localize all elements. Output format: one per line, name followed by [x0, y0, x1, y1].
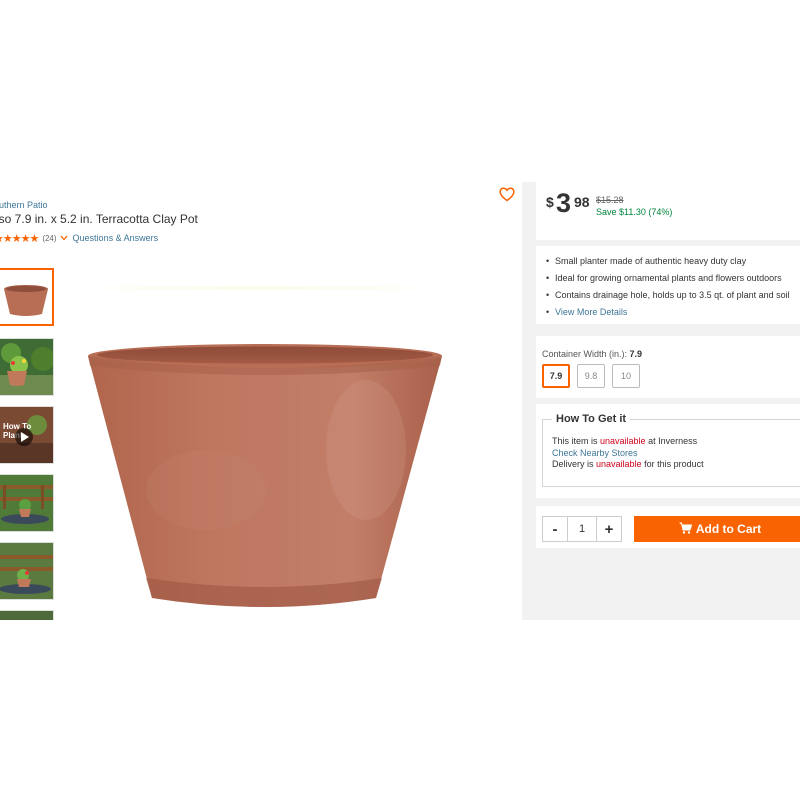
price-card: $ 3 98 $15.28 Save $11.30 (74%) — [536, 182, 800, 240]
quantity-decrease-button[interactable]: - — [542, 516, 568, 542]
thumbnail-patio-2[interactable] — [0, 542, 54, 600]
cart-card: - + Add to Cart — [536, 506, 800, 548]
product-title: aso 7.9 in. x 5.2 in. Terracotta Clay Po… — [0, 212, 198, 226]
store-availability: This item is unavailable at Inverness — [552, 436, 697, 446]
size-option-7-9[interactable]: 7.9 — [542, 364, 570, 388]
highlight-item: Ideal for growing ornamental plants and … — [546, 273, 790, 290]
thumbnail-pot[interactable] — [0, 268, 54, 326]
thumbnail-video[interactable]: How To Plant — [0, 406, 54, 464]
check-nearby-stores-link[interactable]: Check Nearby Stores — [552, 448, 638, 458]
container-width-card: Container Width (in.): 7.9 7.9 9.8 10 — [536, 336, 800, 398]
thumbnail-patio-1[interactable] — [0, 474, 54, 532]
fulfillment-title: How To Get it — [552, 413, 631, 425]
store-status: unavailable — [600, 436, 646, 446]
cart-icon — [679, 522, 693, 537]
price-dollars: 3 — [556, 188, 572, 218]
price-was: $15.28 — [596, 195, 624, 205]
quantity-increase-button[interactable]: + — [596, 516, 622, 542]
container-width-selected: 7.9 — [629, 349, 643, 359]
star-rating[interactable]: ★★★★★ — [0, 232, 39, 245]
heart-icon[interactable] — [498, 186, 516, 202]
size-option-10[interactable]: 10 — [612, 364, 640, 388]
rating-row: ★★★★★ (24) Questions & Answers — [0, 232, 159, 245]
quantity-input[interactable] — [568, 516, 596, 542]
container-width-label: Container Width (in.): 7.9 — [542, 349, 642, 359]
brand-link[interactable]: outhern Patio — [0, 200, 48, 210]
view-more-details-link[interactable]: View More Details — [546, 307, 790, 324]
thumbnail-more[interactable] — [0, 610, 54, 620]
container-width-label-text: Container Width (in.): — [542, 349, 628, 359]
highlight-item: Small planter made of authentic heavy du… — [546, 256, 790, 273]
delivery-availability-prefix: Delivery is — [552, 459, 597, 469]
chevron-down-icon[interactable] — [60, 233, 68, 243]
main-product-image[interactable] — [66, 280, 456, 620]
store-availability-suffix: at Inverness — [645, 436, 698, 446]
size-option-9-8[interactable]: 9.8 — [577, 364, 605, 388]
delivery-status: unavailable — [596, 459, 642, 469]
thumbnail-planted-pot[interactable] — [0, 338, 54, 396]
highlights-card: Small planter made of authentic heavy du… — [536, 246, 800, 324]
delivery-availability-suffix: for this product — [641, 459, 704, 469]
price-savings: Save $11.30 (74%) — [596, 207, 673, 217]
review-count[interactable]: (24) — [42, 234, 56, 243]
highlight-item: Contains drainage hole, holds up to 3.5 … — [546, 290, 790, 307]
price-currency: $ — [546, 194, 554, 210]
add-to-cart-label: Add to Cart — [695, 522, 762, 536]
price-cents: 98 — [574, 194, 590, 210]
thumbnail-strip: How To Plant — [0, 268, 56, 620]
add-to-cart-button[interactable]: Add to Cart — [634, 516, 800, 542]
fulfillment-card: How To Get it This item is unavailable a… — [536, 404, 800, 498]
store-availability-prefix: This item is — [552, 436, 601, 446]
questions-answers-link[interactable]: Questions & Answers — [73, 233, 159, 243]
highlights-list: Small planter made of authentic heavy du… — [546, 256, 790, 324]
delivery-availability: Delivery is unavailable for this product — [552, 459, 704, 469]
